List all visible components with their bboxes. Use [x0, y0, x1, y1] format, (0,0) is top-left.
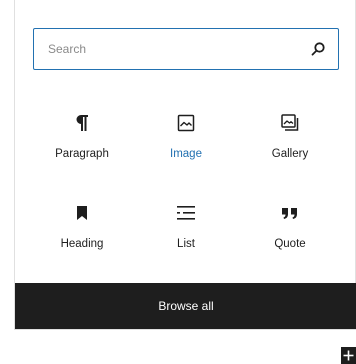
block-paragraph[interactable]: Paragraph — [30, 92, 134, 172]
block-label: Image — [170, 148, 202, 160]
quote-icon — [279, 202, 301, 224]
browse-all-button[interactable]: Browse all — [15, 283, 356, 329]
block-quote[interactable]: Quote — [238, 182, 342, 262]
block-label: Heading — [60, 238, 104, 250]
plus-icon — [343, 350, 354, 361]
search-box — [33, 28, 339, 70]
bookmark-icon — [71, 202, 93, 224]
search-input[interactable] — [48, 29, 298, 68]
block-image[interactable]: Image — [134, 92, 238, 172]
block-list[interactable]: List — [134, 182, 238, 262]
image-icon — [175, 112, 197, 134]
block-label: Paragraph — [55, 148, 109, 160]
search-icon[interactable] — [310, 41, 326, 57]
block-label: List — [177, 238, 195, 250]
block-gallery[interactable]: Gallery — [238, 92, 342, 172]
add-block-button[interactable] — [341, 347, 356, 364]
paragraph-icon — [71, 112, 93, 134]
block-label: Quote — [274, 238, 306, 250]
block-heading[interactable]: Heading — [30, 182, 134, 262]
list-icon — [175, 202, 197, 224]
gallery-icon — [279, 112, 301, 134]
block-inserter-popover: Paragraph Image Gallery — [14, 0, 356, 330]
block-label: Gallery — [271, 148, 309, 160]
